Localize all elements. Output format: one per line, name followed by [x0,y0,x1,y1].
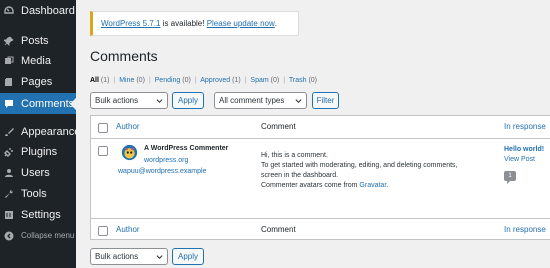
collapse-icon [4,231,14,241]
sidebar-item-label: Pages [21,75,53,88]
chevron-down-icon [156,255,163,259]
filter-separator: | [148,77,151,84]
comments-table: Author Comment In response A WordPress C… [90,115,550,240]
plug-icon [4,147,14,157]
comment-types-value: All comment types [219,96,285,105]
response-post-link[interactable]: Hello world! [504,146,544,153]
bulk-actions-select-bottom[interactable]: Bulk actions [90,248,168,265]
column-in-response[interactable]: In response [504,225,546,234]
version-link[interactable]: WordPress 5.7.1 [101,19,160,28]
apply-button-bottom[interactable]: Apply [172,248,204,265]
sidebar-item-pages[interactable]: Pages [0,71,76,92]
filter-separator: | [113,77,116,84]
column-comment: Comment [261,122,296,131]
comment-icon [4,99,14,109]
update-now-link[interactable]: Please update now [207,19,275,28]
notice-text: is available! [160,19,207,28]
collapse-menu-button[interactable]: Collapse menu [0,225,76,246]
filter-mine[interactable]: Mine (0) [119,77,145,84]
filter-button[interactable]: Filter [312,92,339,109]
filter-pending[interactable]: Pending (0) [155,77,191,84]
filter-separator: | [194,77,197,84]
sidebar-item-label: Collapse menu [21,231,75,240]
select-all-checkbox[interactable] [98,226,108,236]
pin-icon [4,36,14,46]
column-in-response[interactable]: In response [504,122,546,131]
avatar [121,144,138,161]
sidebar-item-label: Users [21,166,50,179]
filter-all[interactable]: All (1) [90,77,109,84]
sidebar-item-settings[interactable]: Settings [0,204,76,225]
user-icon [4,168,14,178]
sidebar-item-label: Comments [21,97,75,110]
media-icon [4,56,14,66]
sidebar-item-media[interactable]: Media [0,50,76,71]
filter-separator: | [244,77,247,84]
filter-approved[interactable]: Approved (1) [200,77,240,84]
filter-trash[interactable]: Trash (0) [289,77,317,84]
author-email-link[interactable]: wapuu@wordpress.example [118,168,206,175]
status-filters: All (1) | Mine (0) | Pending (0) | Appro… [90,77,317,84]
filter-separator: | [283,77,286,84]
sidebar-item-label: Tools [21,187,47,200]
wrench-icon [4,189,14,199]
comment-count-bubble[interactable]: 1 [504,171,516,184]
comment-line: screen in the dashboard. [261,172,339,179]
update-notice: WordPress 5.7.1 is available! Please upd… [90,11,299,36]
notice-period: . [274,19,277,28]
table-footer: Author Comment In response [91,218,550,241]
sidebar-item-label: Settings [21,208,61,221]
chevron-down-icon [295,99,302,103]
comment-line: To get started with moderating, editing,… [261,162,458,169]
bulk-actions-value: Bulk actions [95,96,139,105]
comment-line: Commenter avatars come from Gravatar. [261,182,389,189]
comment-types-select[interactable]: All comment types [214,92,307,109]
column-author[interactable]: Author [116,225,140,234]
sidebar-item-appearance[interactable]: Appearance [0,121,80,142]
bulk-actions-select[interactable]: Bulk actions [90,92,168,109]
page-title: Comments [90,48,158,64]
author-site-link[interactable]: wordpress.org [144,157,188,164]
brush-icon [4,127,14,137]
bulk-actions-value: Bulk actions [95,252,139,261]
column-comment: Comment [261,225,296,234]
admin-sidebar: Dashboard Posts Media Pages Comments App… [0,0,80,268]
sidebar-item-dashboard[interactable]: Dashboard [0,0,76,21]
comment-author-name: A WordPress Commenter [144,145,229,152]
sidebar-item-label: Posts [21,34,49,47]
apply-button[interactable]: Apply [172,92,204,109]
sidebar-item-label: Dashboard [21,4,75,17]
sidebar-item-users[interactable]: Users [0,162,76,183]
sidebar-item-plugins[interactable]: Plugins [0,141,76,162]
row-checkbox[interactable] [98,146,108,156]
sidebar-item-label: Plugins [21,145,58,158]
sidebar-item-label: Appearance [21,125,81,138]
dashboard-icon [4,5,14,16]
settings-icon [4,210,14,220]
sidebar-item-comments[interactable]: Comments [0,93,76,114]
table-header: Author Comment In response [91,116,550,139]
sidebar-item-label: Media [21,54,51,67]
pages-icon [4,77,14,87]
column-author[interactable]: Author [116,122,140,131]
sidebar-item-posts[interactable]: Posts [0,30,76,51]
filter-spam[interactable]: Spam (0) [250,77,279,84]
chevron-down-icon [156,99,163,103]
gravatar-link[interactable]: Gravatar [359,182,386,189]
sidebar-item-tools[interactable]: Tools [0,183,76,204]
comment-line: Hi, this is a comment. [261,152,328,159]
select-all-checkbox[interactable] [98,123,108,133]
view-post-link[interactable]: View Post [504,156,535,163]
comment-body: Hi, this is a comment. To get started wi… [261,151,458,191]
